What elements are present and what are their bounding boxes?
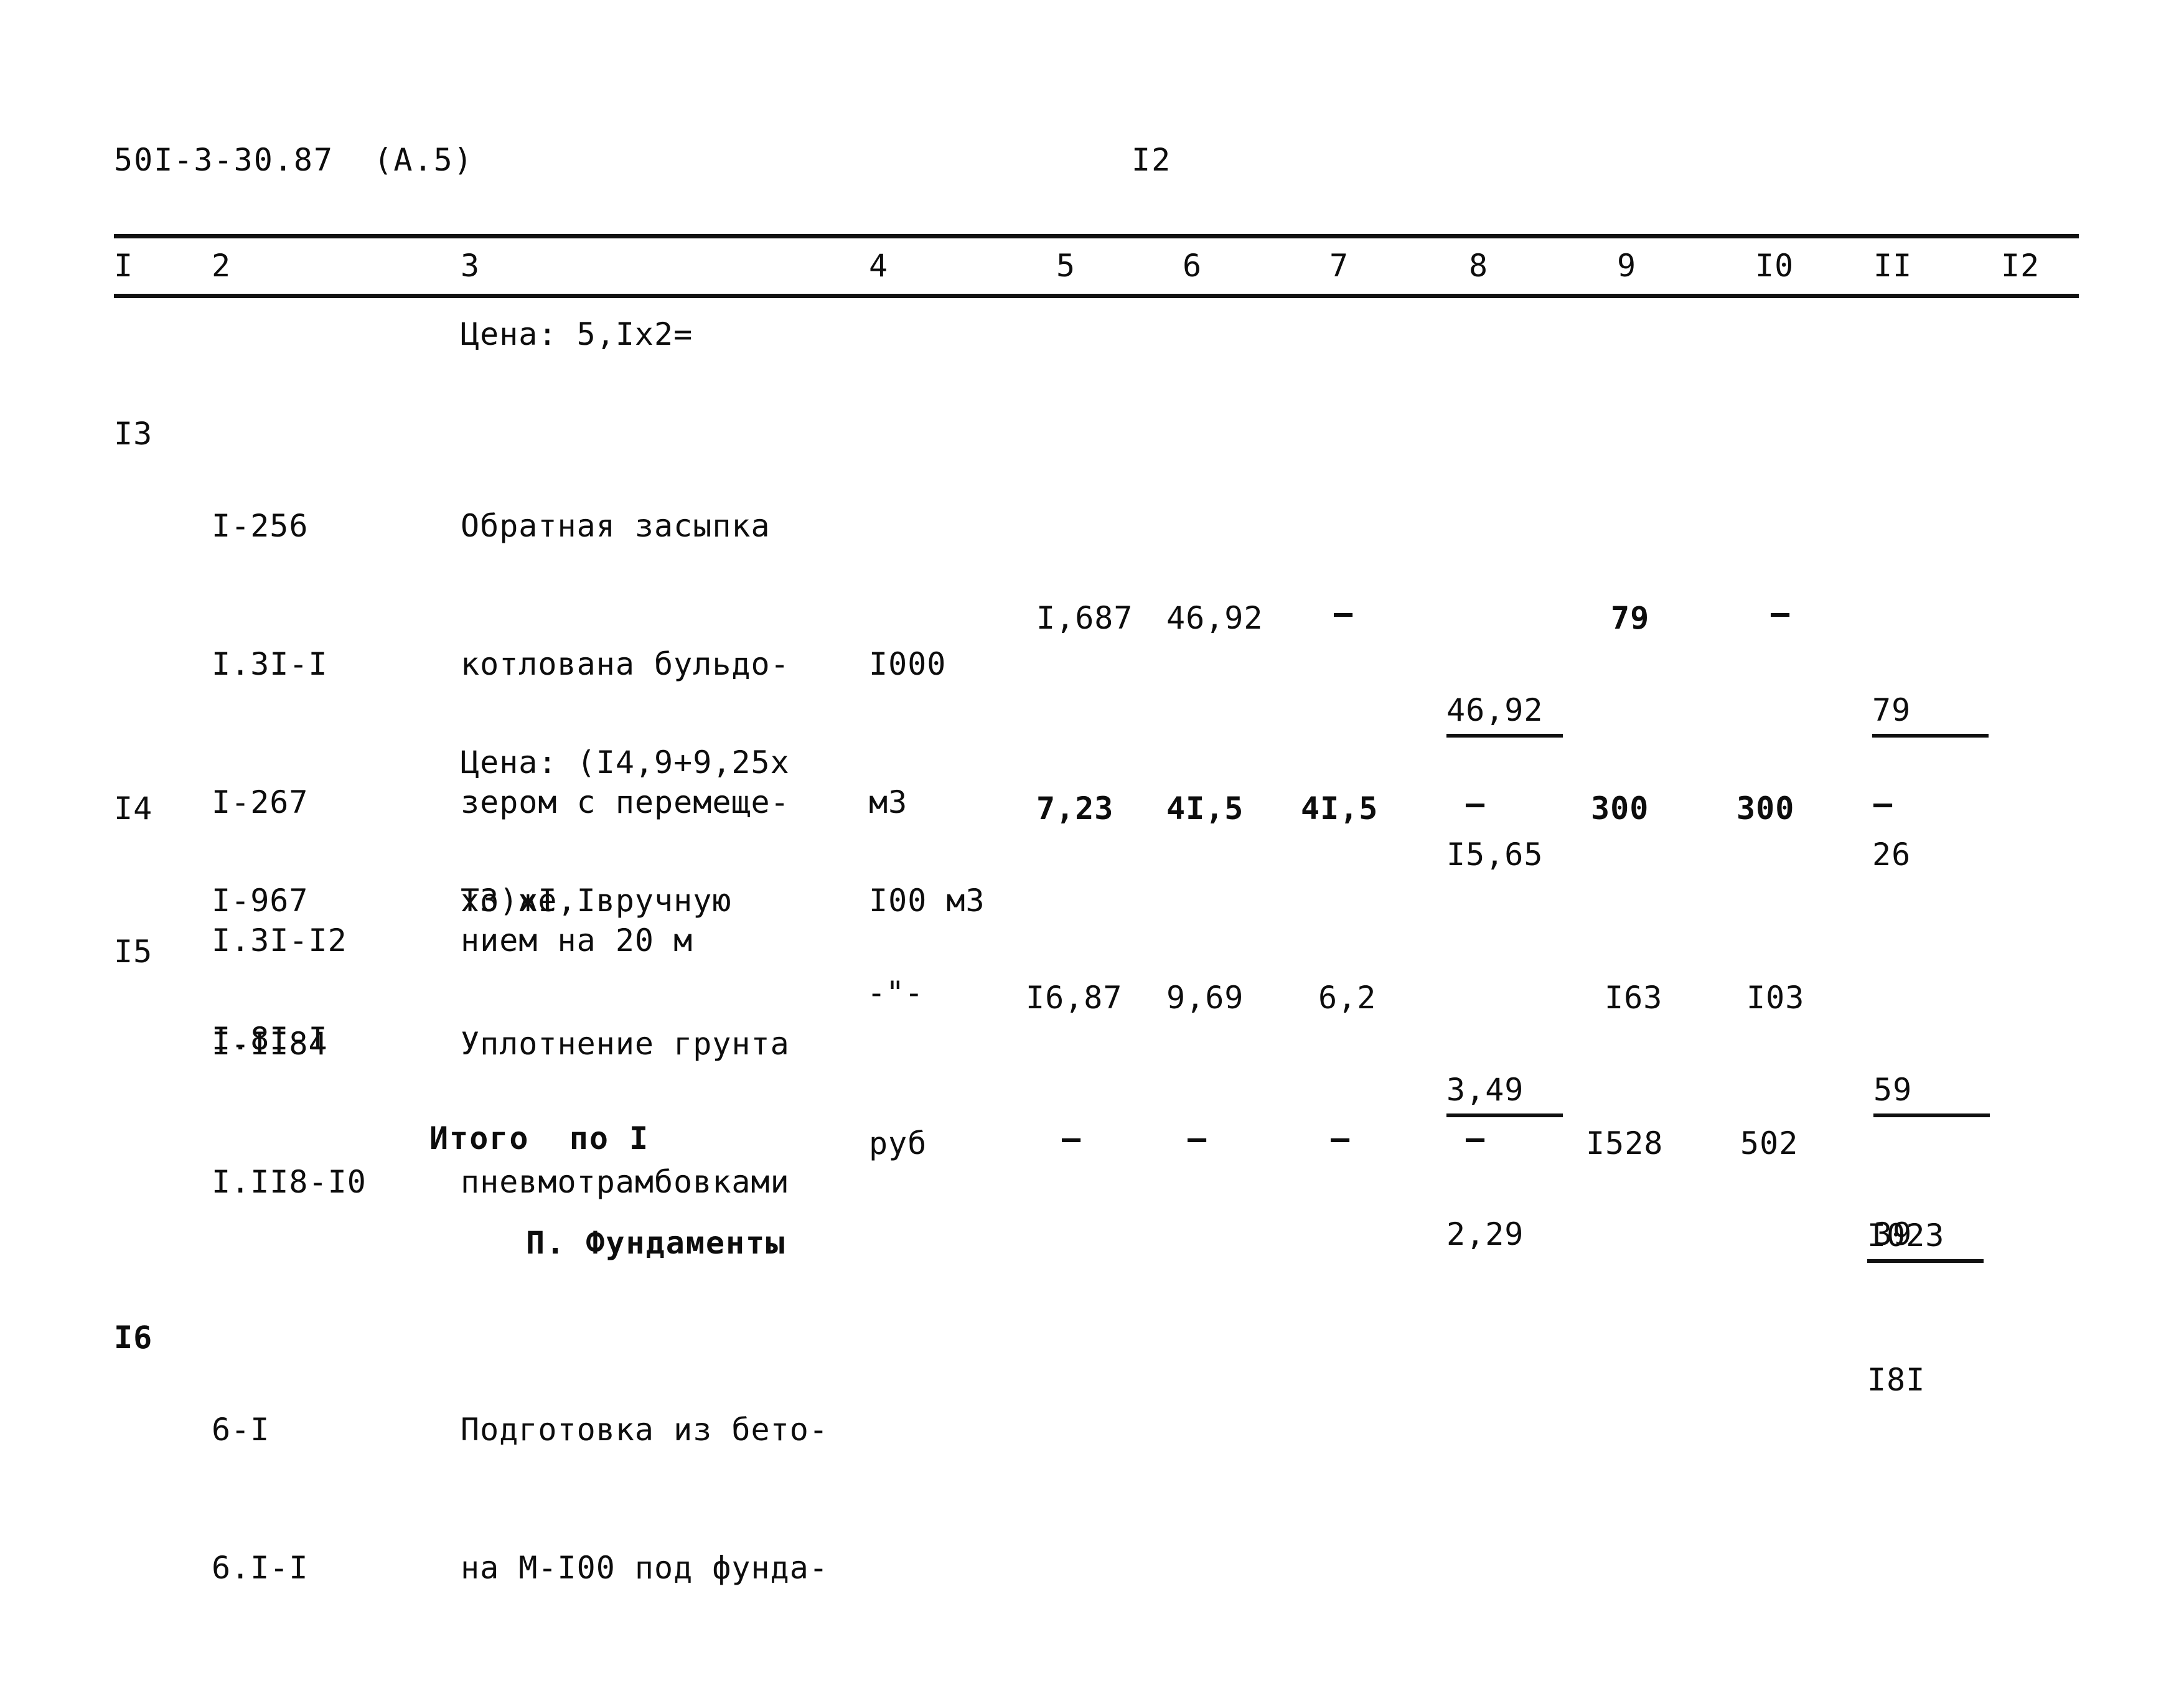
row-code-line: 6.I-I bbox=[212, 1550, 309, 1586]
fraction-numerator: I023 bbox=[1867, 1212, 1984, 1263]
row-code-line: I.3I-I bbox=[212, 646, 328, 682]
column-header-2: 2 bbox=[212, 248, 232, 284]
description-line: на М-I00 под фунда- bbox=[461, 1550, 828, 1586]
column-header-10: I0 bbox=[1755, 248, 1794, 284]
description-line: Обратная засыпка bbox=[461, 508, 771, 544]
running-head: 50I-3-30.87 (А.5) I2 bbox=[114, 142, 2084, 185]
column-header-7: 7 bbox=[1329, 248, 1349, 284]
section-heading: П. Фундаменты bbox=[526, 1225, 786, 1261]
page-number: I2 bbox=[1132, 142, 1172, 178]
unit-line: I000 bbox=[869, 646, 947, 682]
cell-col10: – bbox=[1771, 595, 1791, 631]
row-number: I5 bbox=[114, 934, 153, 970]
ditto-mark: -"- bbox=[867, 975, 924, 1011]
column-header-9: 9 bbox=[1617, 248, 1637, 284]
column-header-1: I bbox=[114, 248, 134, 284]
table-body: Цена: 5,Iх2= I3 I-256 I.3I-I I-267 I.3I-… bbox=[0, 299, 2184, 1586]
column-header-11: II bbox=[1873, 248, 1913, 284]
continuation-price-note: Цена: 5,Iх2= bbox=[461, 316, 693, 352]
total-unit: руб bbox=[869, 1125, 927, 1161]
cell-col7: – bbox=[1334, 595, 1354, 631]
cell-col9: 79 bbox=[1611, 600, 1650, 636]
fraction-numerator: 3,49 bbox=[1446, 1067, 1563, 1117]
cell-col7: 6,2 bbox=[1318, 980, 1377, 1016]
fraction-numerator: 46,92 bbox=[1446, 687, 1563, 738]
column-header-3: 3 bbox=[461, 248, 480, 284]
cell-col8-fraction: 3,49 2,29 bbox=[1446, 975, 1563, 1349]
document-code: 50I-3-30.87 (А.5) bbox=[114, 142, 474, 178]
fraction-numerator: 59 bbox=[1873, 1067, 1990, 1117]
cell-col5: I6,87 bbox=[1026, 980, 1123, 1016]
column-header-8: 8 bbox=[1469, 248, 1489, 284]
unit-line: I00 м3 bbox=[869, 883, 985, 919]
description-line: Подготовка из бето- bbox=[461, 1412, 828, 1448]
table-rule-top bbox=[114, 234, 2079, 238]
column-header-row: I 2 3 4 5 6 7 8 9 I0 II I2 bbox=[0, 248, 2184, 291]
cell-col9: I63 bbox=[1605, 980, 1663, 1016]
column-header-5: 5 bbox=[1056, 248, 1076, 284]
total-col11-fraction: I023 I8I bbox=[1867, 1120, 1984, 1495]
total-col5: – bbox=[1062, 1120, 1082, 1156]
description-line: То же, вручную bbox=[461, 883, 732, 919]
cell-col8: – bbox=[1466, 785, 1486, 822]
cell-col10: 300 bbox=[1736, 790, 1795, 827]
total-row-label: Итого по I bbox=[429, 1120, 650, 1156]
price-note-line: Цена: (I4,9+9,25х bbox=[461, 744, 790, 781]
cell-col8-fraction: 46,92 I5,65 bbox=[1446, 595, 1563, 970]
row-code-line: I-256 bbox=[212, 508, 309, 544]
row-number: I4 bbox=[114, 790, 153, 827]
cell-col9: 300 bbox=[1591, 790, 1649, 827]
cell-col11-fraction: 79 26 bbox=[1872, 595, 1989, 970]
fraction-denominator: 26 bbox=[1872, 837, 1911, 873]
cell-col6: 4I,5 bbox=[1166, 790, 1244, 827]
row-number: I6 bbox=[114, 1320, 153, 1356]
row-code-line: 6-I bbox=[212, 1412, 270, 1448]
description-line: Уплотнение грунта bbox=[461, 1026, 790, 1062]
fraction-denominator: I5,65 bbox=[1446, 837, 1544, 873]
description-line: пневмотрамбовками bbox=[461, 1164, 790, 1200]
cell-col10: I03 bbox=[1746, 980, 1805, 1016]
fraction-denominator: I8I bbox=[1867, 1362, 1926, 1398]
cell-col5: I,687 bbox=[1036, 600, 1133, 636]
total-col7: – bbox=[1331, 1120, 1351, 1156]
column-header-6: 6 bbox=[1183, 248, 1202, 284]
row-number: I3 bbox=[114, 416, 153, 452]
total-col9: I528 bbox=[1586, 1125, 1664, 1161]
cell-col7: 4I,5 bbox=[1301, 790, 1379, 827]
table-rule-bottom bbox=[114, 294, 2079, 298]
cell-col6: 9,69 bbox=[1166, 980, 1244, 1016]
row-codes: I-II84 I.II8-I0 bbox=[212, 929, 367, 1297]
cell-col6: 46,92 bbox=[1166, 600, 1263, 636]
scanned-page: 50I-3-30.87 (А.5) I2 I 2 3 4 5 6 7 8 9 I… bbox=[0, 0, 2184, 1586]
total-col8: – bbox=[1466, 1120, 1486, 1156]
row-description: Подготовка из бето- на М-I00 под фунда- bbox=[461, 1315, 828, 1683]
fraction-numerator: 79 bbox=[1872, 687, 1989, 738]
total-col10: 502 bbox=[1740, 1125, 1799, 1161]
total-col6: – bbox=[1188, 1120, 1207, 1156]
row-code-line: I-II84 bbox=[212, 1026, 328, 1062]
row-code-line: I-967 bbox=[212, 883, 309, 919]
cell-col11: – bbox=[1873, 785, 1893, 822]
column-header-4: 4 bbox=[869, 248, 889, 284]
row-codes: 6-I 6.I-I bbox=[212, 1315, 328, 1683]
fraction-denominator: 2,29 bbox=[1446, 1216, 1524, 1252]
cell-col5: 7,23 bbox=[1036, 790, 1114, 827]
column-header-12: I2 bbox=[2001, 248, 2040, 284]
row-code-line: I.II8-I0 bbox=[212, 1164, 367, 1200]
